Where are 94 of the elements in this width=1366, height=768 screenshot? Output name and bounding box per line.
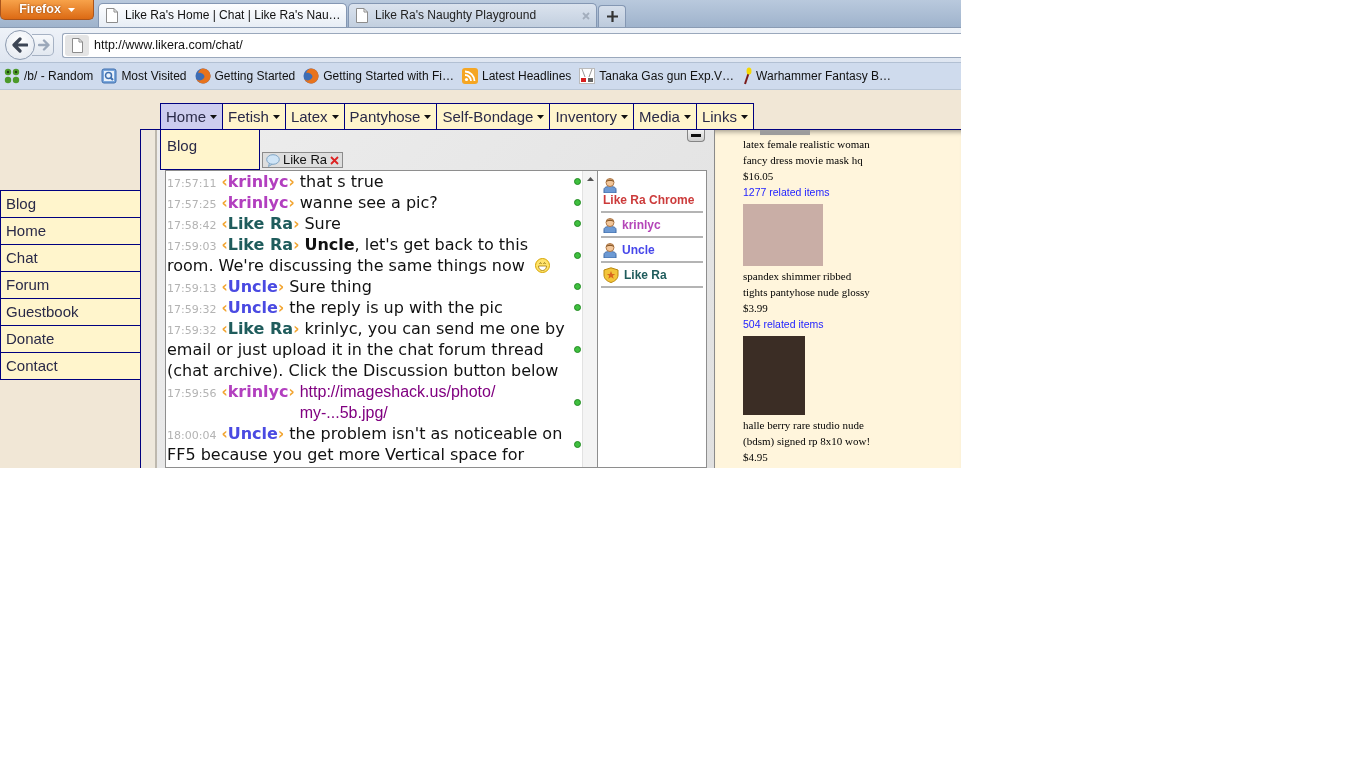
username[interactable]: krinlyc (622, 217, 661, 233)
username[interactable]: Uncle (622, 242, 655, 258)
minus-icon (691, 134, 701, 137)
caret-icon (67, 7, 75, 12)
room-tab[interactable]: Like Ra (262, 152, 344, 168)
magnifier-icon (101, 68, 118, 84)
status-dot-icon (573, 251, 581, 259)
status-dot-icon (573, 346, 581, 353)
chat-message: 17:58:42 ‹Like Ra› Sure (167, 214, 341, 233)
chat-message: 17:59:32 ‹Like Ra› krinlyc, you can send me one by email or just upload it in the chat forum thread (chat archive). Click the Discussion button below (167, 319, 565, 380)
price: $4.95 (743, 450, 768, 465)
status-dot-icon (573, 199, 581, 206)
chat-message: 17:57:25 ‹krinlyc› wanne see a pic? (167, 193, 438, 212)
caret-icon (683, 114, 691, 119)
related-items-link[interactable]: 1277 related items (743, 184, 830, 200)
sidebar-link[interactable]: Donate (0, 325, 141, 353)
listing-title: spandex shimmer ribbed tights pantyhose nude glossy (743, 269, 871, 300)
listing-title: halle berry rare studio nude (bdsm) signed rp 8x10 wow! (743, 418, 872, 449)
bookmark-link[interactable]: Warhammer Fantasy B… (742, 67, 891, 85)
message-header: 17:59:56 ‹krinlyc› (167, 382, 295, 401)
user-icon (603, 217, 617, 233)
chat-message: 17:57:11 ‹krinlyc› that s true (167, 172, 384, 191)
caret-icon (331, 114, 339, 119)
feed-icon (461, 68, 478, 84)
status-dot-icon (573, 440, 581, 448)
caret-icon (424, 114, 432, 119)
user-icon (603, 242, 617, 258)
nav-menu-item[interactable]: Home (160, 103, 223, 130)
bookmark-link[interactable]: Latest Headlines (461, 68, 572, 84)
price: $3.99 (743, 301, 768, 316)
caret-icon (272, 114, 280, 119)
close-icon[interactable] (330, 155, 340, 165)
plus-icon (606, 11, 618, 22)
nav-menu-item[interactable]: Self-Bondage (436, 103, 551, 130)
sidebar-link[interactable]: Blog (0, 190, 141, 218)
chat-message: 17:59:32 ‹Uncle› the reply is up with the pic (167, 298, 503, 317)
nav-menu-item[interactable]: Pantyhose (343, 103, 438, 130)
nav-menu-item[interactable]: Fetish (222, 103, 286, 130)
bookmark-link[interactable]: Getting Started with Fi… (303, 68, 454, 84)
globe-icon (194, 68, 211, 84)
browser-tab[interactable]: Like Ra's Home | Chat | Like Ra's Nau… (98, 3, 347, 27)
speech-bubble-icon (266, 153, 280, 167)
message-link[interactable]: http://imageshack.us/photo/my-...5b.jpg/ (299, 381, 505, 423)
nav-menu-item[interactable]: Links (695, 103, 754, 130)
sidebar-link[interactable]: Home (0, 217, 141, 245)
minimize-button[interactable] (687, 130, 705, 142)
status-dot-icon (573, 220, 581, 227)
caret-icon (210, 114, 217, 119)
address-bar[interactable]: http://www.likera.com/chat/ (62, 32, 961, 58)
sidebar-link[interactable]: Contact (0, 352, 141, 380)
shield-icon (603, 267, 619, 283)
bookmark-link[interactable]: Most Visited (101, 68, 187, 84)
related-items-link[interactable]: 504 related items (743, 316, 824, 332)
caret-icon (621, 114, 629, 119)
tile-icon (579, 68, 596, 84)
page-icon (106, 8, 118, 23)
status-dot-icon (573, 283, 581, 290)
listing-title: latex female realistic woman fancy dress movie mask hq (743, 137, 871, 168)
arrow-right-icon (38, 39, 50, 51)
url-text: http://www.likera.com/chat/ (94, 37, 243, 53)
caret-icon (537, 114, 545, 119)
user-icon (603, 177, 617, 193)
arrow-up-icon (586, 177, 594, 181)
torch-icon (742, 67, 753, 85)
price: $16.05 (743, 169, 774, 184)
username[interactable]: Like Ra (624, 267, 667, 283)
globe-icon (303, 68, 320, 84)
page-icon (65, 34, 89, 56)
photo-placeholder (760, 130, 810, 135)
scrollbar[interactable] (582, 171, 597, 467)
sidebar-link[interactable]: Guestbook (0, 298, 141, 326)
bookmark-link[interactable]: Getting Started (194, 68, 296, 84)
arrow-left-icon (12, 37, 28, 53)
nav-menu-item[interactable]: Latex (284, 103, 345, 130)
dropdown-item[interactable]: Blog (167, 137, 198, 155)
page-icon (356, 8, 368, 23)
nav-menu-item[interactable]: Inventory (549, 103, 635, 130)
four-dots-icon (4, 68, 20, 84)
bookmark-link[interactable]: Tanaka Gas gun Exp.V… (579, 68, 735, 84)
status-dot-icon (573, 398, 581, 406)
bookmark-link[interactable]: /b/ - Random (4, 68, 94, 84)
nav-menu-item[interactable]: Media (633, 103, 697, 130)
sidebar-link[interactable]: Forum (0, 271, 141, 299)
status-dot-icon (573, 178, 581, 185)
status-dot-icon (573, 304, 581, 311)
new-tab-button[interactable] (598, 5, 626, 27)
back-button[interactable] (5, 30, 35, 60)
caret-icon (740, 114, 748, 119)
username[interactable]: Like Ra Chrome (603, 193, 695, 208)
sidebar-link[interactable]: Chat (0, 244, 141, 272)
browser-tab[interactable]: Like Ra's Naughty Playground (348, 3, 597, 27)
chat-message: 18:00:04 ‹Uncle› the problem isn't as noticeable on FF5 because you get more Vertical space for (167, 424, 563, 464)
chat-message: 17:59:13 ‹Uncle› Sure thing (167, 277, 372, 296)
chat-message: 17:59:03 ‹Like Ra› Uncle, let's get back to this room. We're discussing the same things now (167, 235, 528, 275)
